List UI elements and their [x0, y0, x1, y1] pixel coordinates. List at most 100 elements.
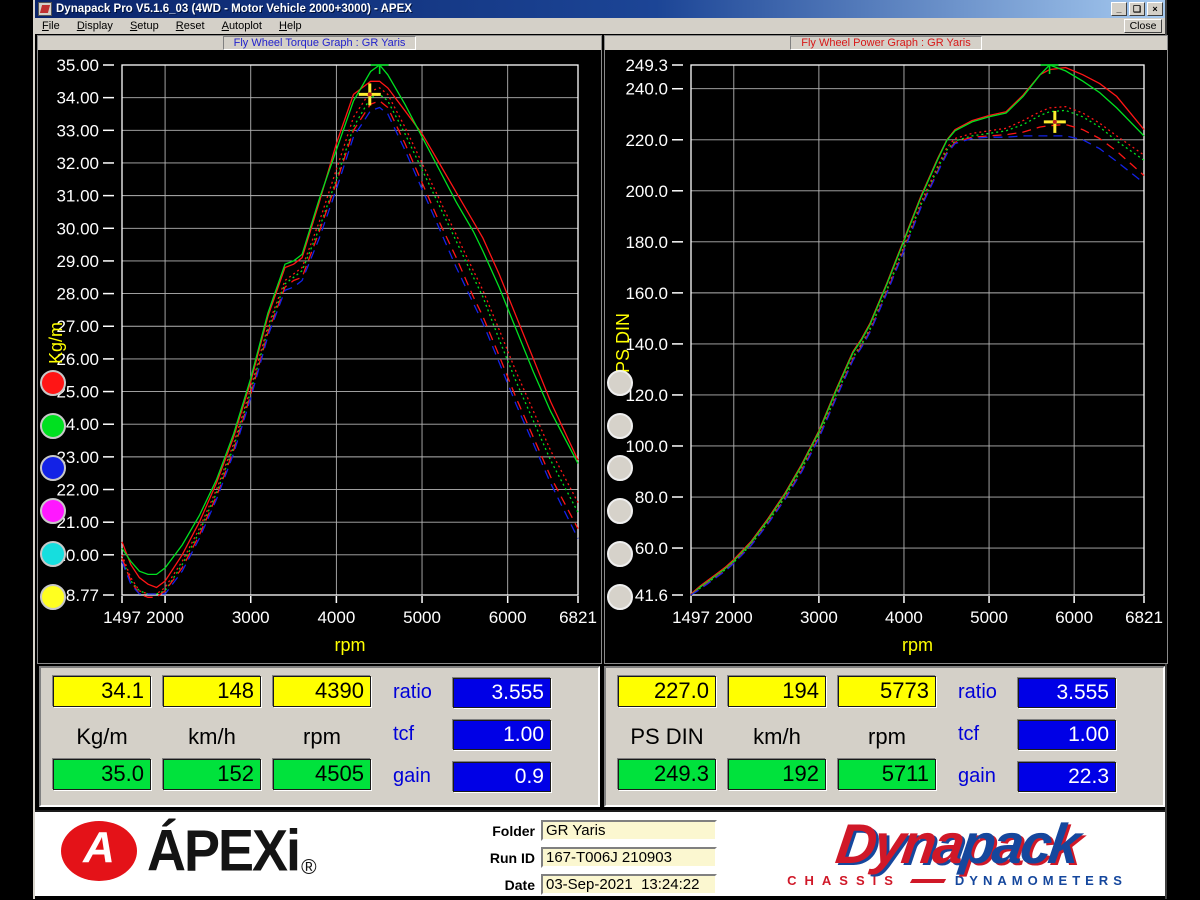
svg-text:6821: 6821: [559, 608, 597, 627]
run-color-button-6[interactable]: [607, 584, 633, 610]
run-color-button-2[interactable]: [40, 413, 66, 439]
run-color-button-2[interactable]: [607, 413, 633, 439]
torque-unit-label: Kg/m: [53, 724, 151, 750]
power-cursor-value: 227.0: [618, 676, 716, 707]
run-color-button-3[interactable]: [607, 455, 633, 481]
gain-value: 0.9: [453, 762, 551, 792]
torque-cursor-value: 34.1: [53, 676, 151, 707]
run-color-button-6[interactable]: [40, 584, 66, 610]
ratio-value: 3.555: [1018, 678, 1116, 708]
footer: A ÁPEXi ® Folder Run ID Date Dynapack CH…: [35, 810, 1165, 896]
svg-text:6000: 6000: [489, 608, 527, 627]
date-input[interactable]: [541, 874, 717, 895]
gain-label: gain: [393, 765, 431, 788]
title-bar: Dynapack Pro V5.1.6_03 (4WD - Motor Vehi…: [35, 0, 1165, 18]
power-graph-title: Fly Wheel Power Graph : GR Yaris: [605, 36, 1167, 50]
run-color-button-1[interactable]: [607, 370, 633, 396]
ratio-label: ratio: [393, 681, 432, 704]
svg-text:1497: 1497: [103, 608, 141, 627]
menu-help[interactable]: Help: [272, 18, 309, 34]
tcf-value: 1.00: [453, 720, 551, 750]
power-peak-value: 249.3: [618, 759, 716, 790]
ratio-label: ratio: [958, 681, 997, 704]
menu-autoplot[interactable]: Autoplot: [215, 18, 269, 34]
gain-value: 22.3: [1018, 762, 1116, 792]
tcf-label: tcf: [393, 723, 414, 746]
power-unit-label: PS DIN: [618, 724, 716, 750]
rpm-unit-label: rpm: [273, 724, 371, 750]
restore-button[interactable]: ❏: [1129, 2, 1145, 16]
tcf-value: 1.00: [1018, 720, 1116, 750]
run-color-button-1[interactable]: [40, 370, 66, 396]
svg-text:5000: 5000: [970, 608, 1008, 627]
rpm-peak-value: 5711: [838, 759, 936, 790]
run-color-button-5[interactable]: [40, 541, 66, 567]
tcf-label: tcf: [958, 723, 979, 746]
apexi-mark-icon: A: [61, 821, 137, 881]
svg-text:2000: 2000: [146, 608, 184, 627]
menu-bar: File Display Setup Reset Autoplot Help C…: [35, 18, 1165, 35]
power-readout-panel: 227.0 194 5773 PS DIN km/h rpm 249.3 192…: [604, 666, 1165, 807]
svg-text:60.0: 60.0: [635, 539, 668, 558]
date-label: Date: [465, 877, 535, 893]
svg-text:1497: 1497: [672, 608, 710, 627]
svg-text:3000: 3000: [232, 608, 270, 627]
minimize-button[interactable]: _: [1111, 2, 1127, 16]
speed-unit-label: km/h: [728, 724, 826, 750]
torque-readout-panel: 34.1 148 4390 Kg/m km/h rpm 35.0 152 450…: [39, 666, 600, 807]
close-window-button[interactable]: ×: [1147, 2, 1163, 16]
torque-graph-title: Fly Wheel Torque Graph : GR Yaris: [38, 36, 601, 50]
apexi-logo-text: ÁPEXi: [147, 818, 299, 885]
run-color-button-4[interactable]: [40, 498, 66, 524]
window-title: Dynapack Pro V5.1.6_03 (4WD - Motor Vehi…: [56, 0, 412, 18]
speed-peak-value: 152: [163, 759, 261, 790]
dynapack-dynamometers-text: DYNAMOMETERS: [955, 873, 1127, 888]
rpm-unit-label: rpm: [838, 724, 936, 750]
rpm-cursor-value: 4390: [273, 676, 371, 707]
run-color-button-4[interactable]: [607, 498, 633, 524]
run-color-button-5[interactable]: [607, 541, 633, 567]
screen: Dynapack Pro V5.1.6_03 (4WD - Motor Vehi…: [0, 0, 1200, 900]
app-icon: [38, 2, 52, 16]
rpm-cursor-value: 5773: [838, 676, 936, 707]
menu-setup[interactable]: Setup: [123, 18, 166, 34]
run-color-button-3[interactable]: [40, 455, 66, 481]
dynapack-logo: Dynapack CHASSIS DYNAMOMETERS: [761, 816, 1153, 888]
torque-peak-value: 35.0: [53, 759, 151, 790]
power-run-color-buttons: [607, 36, 637, 663]
run-id-input[interactable]: [541, 847, 717, 868]
svg-text:rpm: rpm: [902, 635, 933, 655]
app-window: Dynapack Pro V5.1.6_03 (4WD - Motor Vehi…: [33, 0, 1167, 899]
dynapack-word-dyna: Dyna: [832, 812, 966, 875]
menu-display[interactable]: Display: [70, 18, 120, 34]
registered-mark: ®: [301, 856, 316, 880]
folder-input[interactable]: [541, 820, 717, 841]
svg-text:5000: 5000: [403, 608, 441, 627]
svg-text:4000: 4000: [317, 608, 355, 627]
power-graph-panel: Fly Wheel Power Graph : GR Yaris 249.324…: [604, 35, 1168, 664]
svg-text:2000: 2000: [715, 608, 753, 627]
svg-text:rpm: rpm: [335, 635, 366, 655]
ratio-value: 3.555: [453, 678, 551, 708]
power-plot[interactable]: 249.3240.0220.0200.0180.0160.0140.0120.0…: [605, 51, 1167, 663]
run-id-label: Run ID: [465, 850, 535, 866]
folder-label: Folder: [465, 823, 535, 839]
svg-text:3000: 3000: [800, 608, 838, 627]
gain-label: gain: [958, 765, 996, 788]
menu-reset[interactable]: Reset: [169, 18, 212, 34]
torque-run-color-buttons: [40, 36, 70, 663]
close-button[interactable]: Close: [1124, 19, 1162, 33]
svg-text:6821: 6821: [1125, 608, 1163, 627]
speed-unit-label: km/h: [163, 724, 261, 750]
speed-cursor-value: 148: [163, 676, 261, 707]
torque-plot[interactable]: 35.0034.0033.0032.0031.0030.0029.0028.00…: [38, 51, 601, 663]
torque-graph-panel: Fly Wheel Torque Graph : GR Yaris 35.003…: [37, 35, 602, 664]
run-info-fields: Folder Run ID Date: [465, 812, 725, 896]
menu-file[interactable]: File: [35, 18, 67, 34]
apexi-logo: A ÁPEXi ®: [61, 820, 317, 882]
svg-text:4000: 4000: [885, 608, 923, 627]
speed-cursor-value: 194: [728, 676, 826, 707]
rpm-peak-value: 4505: [273, 759, 371, 790]
readout-row: 34.1 148 4390 Kg/m km/h rpm 35.0 152 450…: [35, 665, 1165, 810]
speed-peak-value: 192: [728, 759, 826, 790]
